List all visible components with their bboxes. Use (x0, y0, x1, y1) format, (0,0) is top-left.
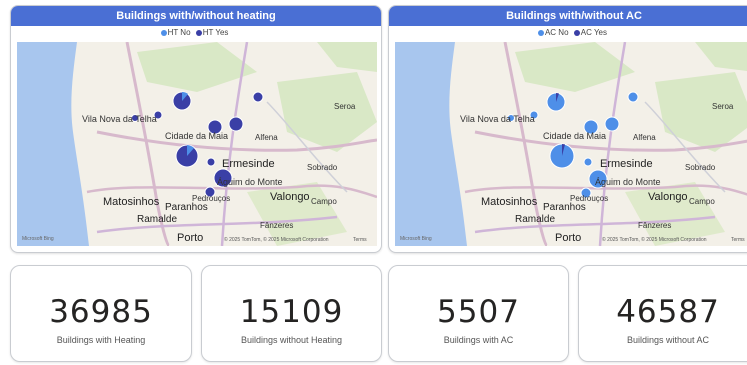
pie-chart[interactable] (228, 116, 244, 132)
legend-label-no: AC No (544, 28, 569, 37)
map-label: Fânzeres (638, 221, 671, 230)
map-legend: HT No HT Yes (11, 26, 381, 40)
map-legend: AC No AC Yes (389, 26, 747, 40)
legend-dot-yes (195, 30, 202, 36)
panel-title: Buildings with/without AC (389, 6, 747, 26)
map-label: Ramalde (515, 214, 555, 225)
terms-link[interactable]: Terms (731, 237, 745, 243)
map-label: Porto (177, 232, 203, 244)
legend-label-yes: AC Yes (580, 28, 608, 37)
kpi-label: Buildings with AC (443, 335, 514, 345)
kpi-value: 46587 (616, 294, 720, 330)
map-label: Matosinhos (103, 196, 160, 208)
kpi-card-no-heating: 15109 Buildings without Heating (201, 265, 382, 362)
map-svg[interactable]: Vila Nova da Telha Cidade da Maia Alfena… (395, 42, 747, 246)
map-canvas[interactable]: Vila Nova da Telha Cidade da Maia Alfena… (17, 42, 377, 246)
map-label: Águim do Monte (217, 177, 283, 187)
pie-chart[interactable] (627, 91, 639, 103)
map-label: Valongo (270, 191, 310, 203)
bing-logo: Microsoft Bing (22, 236, 54, 242)
map-label: Cidade da Maia (543, 131, 606, 141)
map-label: Seroa (334, 102, 356, 111)
kpi-label: Buildings with Heating (56, 335, 146, 345)
map-label: Cidade da Maia (165, 131, 228, 141)
map-label: Seroa (712, 102, 734, 111)
map-label: Sobrado (307, 163, 338, 172)
heating-map-panel: Buildings with/without heating HT No HT … (10, 5, 382, 253)
map-label: Alfena (633, 133, 656, 142)
map-label: Ermesinde (222, 158, 275, 170)
map-label: Paranhos (543, 202, 586, 213)
kpi-value: 15109 (239, 294, 344, 330)
pie-chart[interactable] (604, 116, 620, 132)
map-attribution: © 2025 TomTom, © 2025 Microsoft Corporat… (602, 236, 707, 243)
kpi-value: 36985 (49, 294, 153, 330)
legend-label-no: HT No (167, 28, 191, 37)
map-label: Valongo (648, 191, 688, 203)
kpi-card-ac: 5507 Buildings with AC (388, 265, 569, 362)
panel-title: Buildings with/without heating (11, 6, 381, 26)
kpi-card-heating: 36985 Buildings with Heating (10, 265, 192, 362)
map-label: Paranhos (165, 202, 208, 213)
map-label: Campo (689, 197, 715, 206)
map-label: Águim do Monte (595, 177, 661, 187)
terms-link[interactable]: Terms (353, 237, 367, 243)
pie-chart[interactable] (206, 157, 216, 167)
map-attribution: © 2025 TomTom, © 2025 Microsoft Corporat… (224, 236, 329, 243)
ac-map-panel: Buildings with/without AC AC No AC Yes V… (388, 5, 747, 253)
kpi-label: Buildings without AC (626, 335, 710, 345)
legend-dot-yes (573, 30, 580, 36)
map-label: Porto (555, 232, 581, 244)
kpi-value: 5507 (437, 294, 520, 330)
legend-dot-no (537, 30, 544, 36)
kpi-card-no-ac: 46587 Buildings without AC (578, 265, 747, 362)
map-svg[interactable]: Vila Nova da Telha Cidade da Maia Alfena… (17, 42, 377, 246)
map-label: Vila Nova da Telha (82, 114, 157, 124)
pie-chart[interactable] (252, 91, 264, 103)
pie-chart[interactable] (583, 157, 593, 167)
bing-logo: Microsoft Bing (400, 236, 432, 242)
map-label: Vila Nova da Telha (460, 114, 535, 124)
legend-label-yes: HT Yes (202, 28, 229, 37)
map-label: Ramalde (137, 214, 177, 225)
map-label: Alfena (255, 133, 278, 142)
map-label: Matosinhos (481, 196, 538, 208)
map-label: Sobrado (685, 163, 716, 172)
map-label: Campo (311, 197, 337, 206)
map-label: Fânzeres (260, 221, 293, 230)
map-label: Ermesinde (600, 158, 653, 170)
legend-dot-no (160, 30, 167, 36)
kpi-label: Buildings without Heating (240, 335, 343, 345)
map-canvas[interactable]: Vila Nova da Telha Cidade da Maia Alfena… (395, 42, 747, 246)
